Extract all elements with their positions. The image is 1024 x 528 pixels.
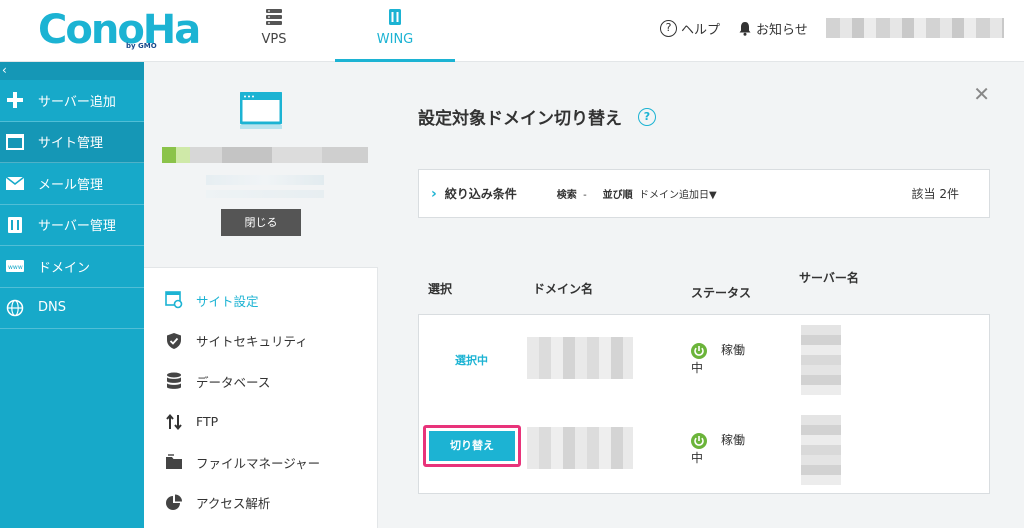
close-icon[interactable]: ✕ xyxy=(973,82,990,106)
site-name-redacted xyxy=(162,147,368,163)
column-header-server: サーバー名 xyxy=(799,271,859,285)
sidebar-item-label: サーバー追加 xyxy=(38,94,116,110)
notice-link[interactable]: お知らせ xyxy=(738,19,808,38)
menu-item-label: データベース xyxy=(196,374,271,390)
site-url-redacted xyxy=(206,175,324,185)
database-icon xyxy=(164,371,184,391)
wing-icon xyxy=(389,9,401,25)
question-icon[interactable]: ? xyxy=(638,107,656,126)
server-manage-icon xyxy=(4,214,26,236)
sidebar-item-server-management[interactable]: サーバー管理 xyxy=(0,205,144,246)
sidebar-item-site-management[interactable]: サイト管理 xyxy=(0,121,144,163)
tab-vps[interactable]: VPS xyxy=(214,0,334,62)
column-header-select: 選択 xyxy=(428,282,453,296)
help-link[interactable]: ? ヘルプ xyxy=(660,19,720,38)
filter-label: 絞り込み条件 xyxy=(444,187,517,201)
sidebar-collapse-button[interactable]: ‹ xyxy=(0,62,144,80)
site-settings-icon xyxy=(164,290,184,310)
svg-text:www: www xyxy=(8,264,23,271)
menu-item-label: アクセス解析 xyxy=(196,496,271,512)
help-label: ヘルプ xyxy=(681,23,721,38)
switch-domain-button[interactable]: 切り替え xyxy=(429,431,515,461)
table-row: 切り替え 稼働中 xyxy=(419,405,991,495)
ftp-icon xyxy=(164,412,184,432)
sort-label: 並び順 xyxy=(602,190,633,201)
status-badge: 稼働中 xyxy=(691,431,751,467)
column-header-status: ステータス xyxy=(691,286,752,300)
page-title-text: 設定対象ドメイン切り替え xyxy=(418,109,622,129)
shield-icon xyxy=(164,331,184,351)
power-on-icon xyxy=(691,342,707,359)
sidebar-item-dns[interactable]: DNS xyxy=(0,288,144,329)
server-name-redacted xyxy=(801,415,841,485)
sidebar-item-label: ドメイン xyxy=(38,260,91,276)
sidebar-item-domain[interactable]: www ドメイン xyxy=(0,246,144,288)
site-url-redacted xyxy=(206,190,324,198)
user-account-menu[interactable] xyxy=(826,18,1004,38)
sort-value: ドメイン追加日▼ xyxy=(639,190,717,201)
domain-name-redacted xyxy=(527,337,633,379)
server-icon xyxy=(266,9,282,25)
sidebar-item-label: メール管理 xyxy=(38,177,104,193)
menu-item-site-settings[interactable]: サイト設定 xyxy=(144,280,377,321)
logo-sub: by GMO xyxy=(126,42,157,50)
search-label: 検索 xyxy=(556,190,577,201)
column-header-domain: ドメイン名 xyxy=(533,282,594,296)
sidebar-item-label: サイト管理 xyxy=(38,136,104,152)
menu-item-database[interactable]: データベース xyxy=(144,361,377,402)
tab-vps-label: VPS xyxy=(261,32,287,47)
domain-name-redacted xyxy=(527,427,633,469)
help-icon: ? xyxy=(660,20,677,37)
filter-bar[interactable]: › 絞り込み条件 検索 - 並び順 ドメイン追加日▼ 該当 2件 xyxy=(418,169,990,218)
menu-item-site-security[interactable]: サイトセキュリティ xyxy=(144,321,377,362)
sidebar-item-mail-management[interactable]: メール管理 xyxy=(0,163,144,205)
site-summary-panel: 閉じる xyxy=(144,62,378,267)
close-button[interactable]: 閉じる xyxy=(221,209,301,236)
top-header: ConoHa by GMO VPS WING ? ヘルプ お知らせ xyxy=(0,0,1024,62)
mail-icon xyxy=(4,172,26,194)
menu-item-label: サイトセキュリティ xyxy=(196,334,308,350)
logo-text: ConoHa xyxy=(38,7,201,53)
switch-highlight: 切り替え xyxy=(423,425,521,467)
filter-summary: 検索 - 並び順 ドメイン追加日▼ xyxy=(557,186,717,201)
power-on-icon xyxy=(691,432,707,449)
globe-icon xyxy=(4,297,26,319)
menu-item-ftp[interactable]: FTP xyxy=(144,402,377,443)
site-menu: サイト設定 サイトセキュリティ データベース FTP ファイルマネージャー アク… xyxy=(144,267,378,528)
folder-icon xyxy=(164,452,184,472)
search-value: - xyxy=(583,190,587,201)
tab-wing-label: WING xyxy=(376,32,414,47)
notice-label: お知らせ xyxy=(756,23,808,38)
conoha-logo[interactable]: ConoHa by GMO xyxy=(38,7,201,53)
domain-icon: www xyxy=(4,255,26,277)
server-name-redacted xyxy=(801,325,841,395)
bell-icon xyxy=(739,22,751,36)
sidebar-item-label: サーバー管理 xyxy=(38,219,116,235)
result-count: 該当 2件 xyxy=(911,187,959,201)
main-sidebar: ‹ サーバー追加 サイト管理 メール管理 サーバー管理 www ドメイン DNS xyxy=(0,62,144,528)
status-badge: 稼働中 xyxy=(691,341,751,377)
menu-item-label: FTP xyxy=(196,414,219,430)
sidebar-item-label: DNS xyxy=(38,300,66,316)
browser-window-icon xyxy=(240,92,282,129)
menu-item-access-analytics[interactable]: アクセス解析 xyxy=(144,483,377,524)
window-icon xyxy=(4,131,26,153)
sidebar-item-add-server[interactable]: サーバー追加 xyxy=(0,80,144,122)
table-row: 選択中 稼働中 xyxy=(419,315,991,405)
chevron-right-icon: › xyxy=(431,185,437,202)
tab-wing[interactable]: WING xyxy=(335,0,455,62)
menu-item-label: ファイルマネージャー xyxy=(196,455,321,471)
page-title: 設定対象ドメイン切り替え ? xyxy=(418,104,656,129)
menu-item-label: サイト設定 xyxy=(196,293,259,309)
domain-switch-panel: ✕ 設定対象ドメイン切り替え ? › 絞り込み条件 検索 - 並び順 ドメイン追… xyxy=(378,62,1024,528)
menu-item-file-manager[interactable]: ファイルマネージャー xyxy=(144,442,377,483)
plus-icon xyxy=(4,89,26,111)
selected-indicator: 選択中 xyxy=(455,354,488,367)
domain-table: 選択中 稼働中 切り替え 稼働中 xyxy=(418,314,990,494)
pie-chart-icon xyxy=(164,493,184,513)
